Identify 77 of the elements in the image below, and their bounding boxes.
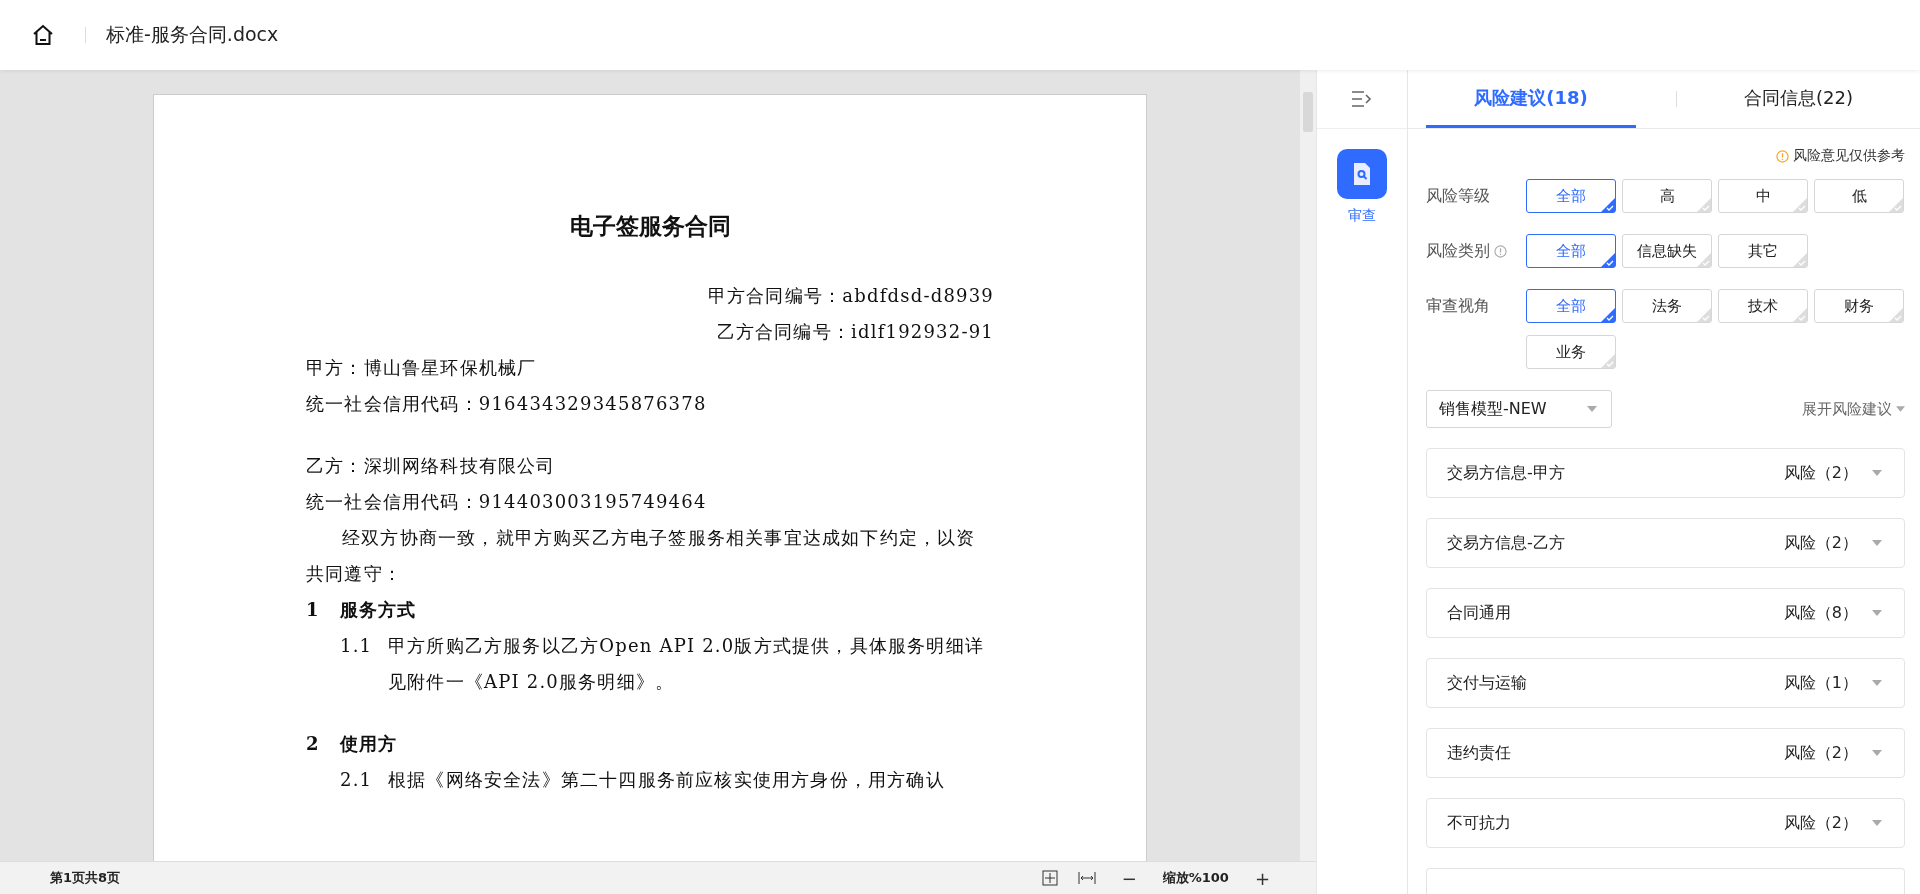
check-corner-icon — [1601, 198, 1615, 212]
filter-label: 风险类别 — [1426, 240, 1490, 262]
section-heading: 服务方式 — [339, 598, 417, 622]
filter-option[interactable]: 业务 — [1526, 335, 1616, 369]
risk-group[interactable]: 交易方信息-乙方 风险（2） — [1426, 518, 1905, 568]
tab[interactable]: 合同信息(22) — [1677, 70, 1920, 128]
caret-icon — [1872, 680, 1882, 686]
fit-page-icon[interactable] — [1041, 870, 1058, 886]
caret-icon — [1587, 406, 1597, 412]
risk-group[interactable]: 合同通用 风险（8） — [1426, 588, 1905, 638]
check-corner-icon — [1793, 198, 1807, 212]
filter-option[interactable]: 全部 — [1526, 179, 1616, 213]
filter-label: 审查视角 — [1426, 295, 1490, 317]
document-search-icon — [1352, 162, 1372, 186]
risk-group[interactable]: 交付与运输 风险（1） — [1426, 658, 1905, 708]
caret-icon — [1872, 540, 1882, 546]
check-corner-icon — [1697, 198, 1711, 212]
filter-option[interactable]: 全部 — [1526, 289, 1616, 323]
document-text: 统一社会信用代码：916434329345876378 — [306, 392, 708, 416]
check-corner-icon — [1793, 253, 1807, 267]
document-text: 乙方合同编号：idlf192932-91 — [715, 320, 994, 344]
risk-group[interactable]: 交易方信息-甲方 风险（2） — [1426, 448, 1905, 498]
check-corner-icon — [1601, 308, 1615, 322]
section-number: 2 — [306, 732, 320, 756]
zoom-in-button[interactable]: + — [1248, 867, 1276, 889]
check-corner-icon — [1793, 308, 1807, 322]
caret-icon — [1872, 820, 1882, 826]
check-corner-icon — [1697, 308, 1711, 322]
home-icon[interactable] — [31, 23, 55, 47]
document-text: 统一社会信用代码：914403003195749464 — [306, 490, 708, 514]
document-text: 甲方合同编号：abdfdsd-d8939 — [706, 284, 994, 308]
filter-option[interactable]: 信息缺失 — [1622, 234, 1712, 268]
filter-option[interactable]: 低 — [1814, 179, 1904, 213]
check-corner-icon — [1601, 354, 1615, 368]
filter-option[interactable]: 法务 — [1622, 289, 1712, 323]
section-heading: 使用方 — [339, 732, 398, 756]
check-corner-icon — [1601, 253, 1615, 267]
check-corner-icon — [1697, 253, 1711, 267]
collapse-icon[interactable] — [1351, 90, 1373, 108]
clause-text: 甲方所购乙方服务以乙方Open API 2.0版方式提供，具体服务明细详见附件一《API 2.0服务明细》。 — [388, 634, 985, 694]
expand-link[interactable]: 展开风险建议 — [1802, 399, 1905, 419]
document-text: 乙方：深圳网络科技有限公司 — [306, 454, 557, 478]
notice-text: 风险意见仅供参考 — [1793, 147, 1905, 165]
clause-number: 2.1 — [340, 768, 374, 792]
clause-text: 根据《网络安全法》第二十四服务前应核实使用方身份，用方确认 — [388, 768, 946, 792]
document-title: 标准-服务合同.docx — [106, 22, 279, 47]
zoom-level: 缩放%100 — [1162, 869, 1229, 887]
review-button[interactable] — [1337, 149, 1387, 199]
tab[interactable]: 风险建议(18) — [1426, 70, 1636, 128]
filter-option[interactable]: 全部 — [1526, 234, 1616, 268]
caret-icon — [1872, 610, 1882, 616]
document-heading: 电子签服务合同 — [568, 211, 732, 241]
section-number: 1 — [306, 598, 320, 622]
document-text: 甲方：博山鲁星环保机械厂 — [306, 356, 538, 380]
filter-option[interactable]: 其它 — [1718, 234, 1808, 268]
clause-number: 1.1 — [340, 634, 374, 658]
caret-icon — [1872, 470, 1882, 476]
risk-group[interactable]: 不可抗力 风险（2） — [1426, 798, 1905, 848]
risk-group[interactable]: 违约责任 风险（2） — [1426, 728, 1905, 778]
check-corner-icon — [1889, 308, 1903, 322]
scrollbar[interactable] — [1300, 70, 1316, 861]
check-corner-icon — [1889, 198, 1903, 212]
info-icon[interactable] — [1494, 244, 1507, 258]
filter-option[interactable]: 技术 — [1718, 289, 1808, 323]
review-label: 审查 — [1348, 207, 1376, 225]
filter-option[interactable]: 财务 — [1814, 289, 1904, 323]
page-indicator: 第1页共8页 — [50, 869, 121, 887]
fit-width-icon[interactable] — [1077, 870, 1096, 886]
filter-option[interactable]: 高 — [1622, 179, 1712, 213]
caret-icon — [1872, 750, 1882, 756]
filter-option[interactable]: 中 — [1718, 179, 1808, 213]
zoom-out-button[interactable]: − — [1115, 867, 1143, 889]
filter-label: 风险等级 — [1426, 185, 1490, 207]
caret-icon — [1896, 406, 1905, 412]
info-icon — [1776, 149, 1789, 163]
document-paragraph: 经双方协商一致，就甲方购买乙方电子签服务相关事宜达成如下约定，以资共同遵守： — [306, 526, 977, 586]
model-select[interactable]: 销售模型-NEW — [1426, 390, 1612, 428]
